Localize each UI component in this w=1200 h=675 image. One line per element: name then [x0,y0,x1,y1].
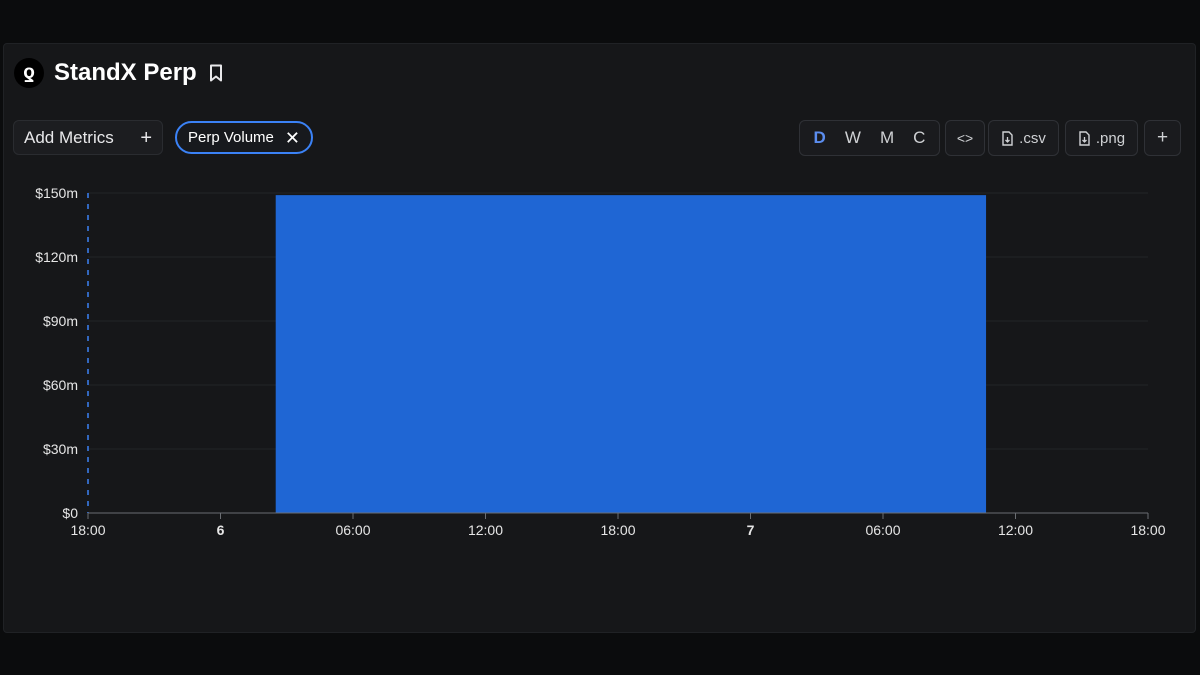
y-tick-label: $30m [43,441,78,457]
x-tick-label: 18:00 [1130,522,1165,538]
perp-volume-chart: $0 $30m $60m $90m $120m $150m 18:00 6 06:00 12:00… [35,185,1166,538]
x-tick-label: 18:00 [70,522,105,538]
y-tick-label: $120m [35,249,78,265]
x-tick-label: 06:00 [865,522,900,538]
y-tick-label: $150m [35,185,78,201]
y-tick-label: $60m [43,377,78,393]
x-tick-label: 7 [747,522,755,538]
x-tick-label: 12:00 [998,522,1033,538]
y-tick-label: $90m [43,313,78,329]
x-tick-label: 6 [217,522,225,538]
x-tick-label: 06:00 [335,522,370,538]
bar [275,195,987,513]
y-tick-label: $0 [62,505,78,521]
x-tick-label: 18:00 [600,522,635,538]
x-tick-label: 12:00 [468,522,503,538]
